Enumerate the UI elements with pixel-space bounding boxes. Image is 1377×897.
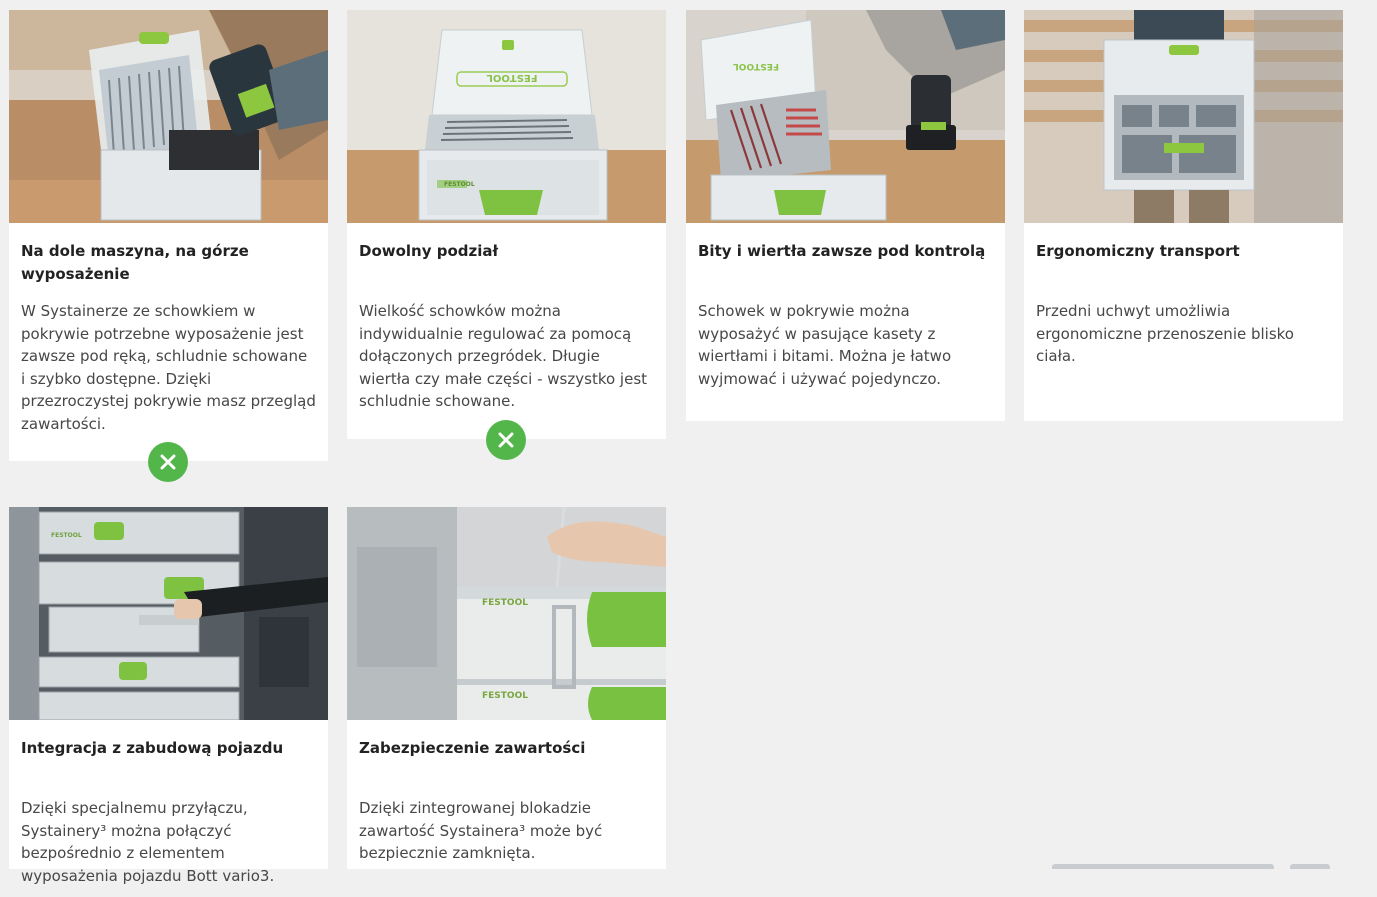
- feature-card: FESTOOL Bity i wiertła zawsze pod kontro…: [686, 10, 1005, 421]
- card-title: Integracja z zabudową pojazdu: [21, 739, 284, 757]
- card-description: Dzięki zintegrowanej blokadzie zawartość…: [359, 799, 603, 862]
- svg-text:FESTOOL: FESTOOL: [733, 61, 779, 71]
- svg-text:FESTOOL: FESTOOL: [486, 72, 538, 83]
- svg-text:FESTOOL: FESTOOL: [482, 691, 528, 701]
- svg-text:FESTOOL: FESTOOL: [444, 181, 475, 188]
- svg-text:FESTOOL: FESTOOL: [51, 532, 82, 539]
- card-image-systainer-machine: [9, 10, 328, 223]
- card-title: Bity i wiertła zawsze pod kontrolą: [698, 242, 986, 260]
- svg-text:FESTOOL: FESTOOL: [482, 598, 528, 608]
- remove-card-button[interactable]: [486, 420, 526, 460]
- feature-card: FESTOOL FESTOOL Zabezpieczenie zawartośc…: [347, 507, 666, 869]
- card-description: W Systainerze ze schowkiem w pokrywie po…: [21, 302, 316, 433]
- card-image-systainer-lock: FESTOOL FESTOOL: [347, 507, 666, 720]
- scroll-indicator: [1052, 864, 1274, 869]
- card-title: Dowolny podział: [359, 242, 499, 260]
- card-title: Na dole maszyna, na górze wyposażenie: [21, 242, 249, 283]
- card-description: Schowek w pokrywie można wyposażyć w pas…: [698, 302, 952, 388]
- card-description: Dzięki specjalnemu przyłączu, Systainery…: [21, 799, 275, 885]
- card-image-systainer-vehicle: FESTOOL: [9, 507, 328, 720]
- close-icon: [497, 431, 515, 449]
- feature-card: FESTOOL FESTOOL Dowolny podział Wielkość…: [347, 10, 666, 439]
- scroll-indicator: [1290, 864, 1330, 869]
- feature-card: Na dole maszyna, na górze wyposażenie W …: [9, 10, 328, 461]
- card-image-systainer-bits-drills: FESTOOL: [686, 10, 1005, 223]
- feature-card: Ergonomiczny transport Przedni uchwyt um…: [1024, 10, 1343, 421]
- card-image-systainer-carry: [1024, 10, 1343, 223]
- card-title: Zabezpieczenie zawartości: [359, 739, 586, 757]
- remove-card-button[interactable]: [148, 442, 188, 482]
- card-description: Wielkość schowków można indywidualnie re…: [359, 302, 648, 410]
- feature-card: FESTOOL Integracja z zabudową pojazdu Dz…: [9, 507, 328, 885]
- card-title: Ergonomiczny transport: [1036, 242, 1240, 260]
- card-description: Przedni uchwyt umożliwia ergonomiczne pr…: [1036, 302, 1294, 365]
- close-icon: [159, 453, 177, 471]
- card-image-systainer-dividers: FESTOOL FESTOOL: [347, 10, 666, 223]
